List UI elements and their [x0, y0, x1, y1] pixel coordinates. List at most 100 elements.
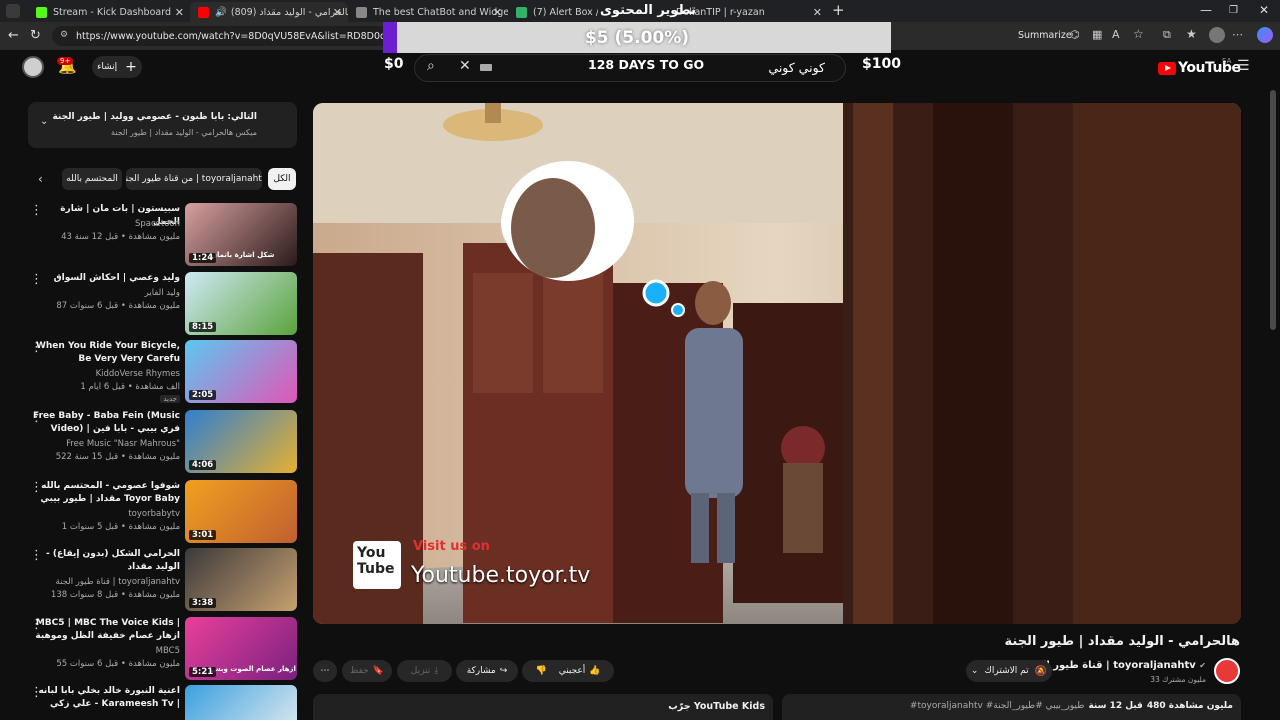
menu-icon[interactable]: ☰ [1237, 58, 1250, 74]
download-button[interactable]: تنزيل ⤓ [397, 660, 452, 682]
share-label: مشاركة [466, 666, 496, 676]
video-title-link[interactable]: When You Ride Your Bicycle, Be Very Very… [32, 340, 180, 366]
like-icon: 👍 [589, 666, 601, 676]
close-tab-icon[interactable]: ✕ [493, 6, 502, 19]
related-video-item[interactable]: ⋮ 8:15 وليد وعصي | احكاش السواق وليد الفاير… [24, 272, 300, 336]
maximize-icon[interactable]: ❐ [1229, 5, 1238, 16]
tab-label: هالحرامي - الوليد مقداد (809) [230, 6, 348, 18]
account-avatar[interactable] [22, 56, 44, 78]
related-video-item[interactable]: ⋮ 3:38 الحرامي الشكل (بدون إيقاع) - الوليد… [24, 548, 300, 612]
save-button[interactable]: حفظ 🔖 [342, 660, 392, 682]
video-channel[interactable]: KiddoVerse Rhymes [32, 369, 180, 379]
description-box[interactable]: #toyoraljanahtv #طيور_بيبي #طيور_الجنة ق… [782, 694, 1241, 720]
video-thumbnail[interactable]: 3:38 [185, 548, 297, 611]
tab-youtube-video[interactable]: 🔊 هالحرامي - الوليد مقداد (809) ✕ [190, 2, 348, 22]
reader-icon[interactable]: ⌬ [1070, 28, 1080, 41]
video-thumbnail[interactable]: شكل اشارة باتمان 1:24 [185, 203, 297, 266]
goal-days-remaining: 128 DAYS TO GO [588, 57, 705, 72]
chip-all[interactable]: الكل [268, 168, 296, 190]
site-info-icon[interactable]: ⚙ [60, 30, 68, 40]
speaker-icon[interactable]: 🔊 [215, 7, 227, 18]
favorites-icon[interactable]: ★ [1186, 27, 1197, 41]
related-video-item[interactable]: ⋮ ازهار عصام الصوت وبس 5:21 MBC5 | MBC The … [24, 617, 300, 681]
apps-icon[interactable]: ▦ [1092, 28, 1102, 41]
chevron-down-icon: ⌄ [970, 666, 979, 676]
thumbnail-caption: ازهار عصام الصوت وبس [211, 665, 296, 673]
back-icon[interactable]: ← [8, 28, 19, 43]
tab-alert-box[interactable]: (7) Alert Box / Stream [508, 2, 598, 22]
close-tab-icon[interactable]: ✕ [175, 6, 184, 19]
extensions-icon[interactable]: ⧉ [1163, 28, 1171, 42]
video-channel[interactable]: MBC5 [32, 646, 180, 656]
video-thumbnail[interactable]: 2:05 [185, 340, 297, 403]
related-video-item[interactable]: ⋮ شكل اشارة باتمان 1:24 سبيستون | بات مان |… [24, 203, 300, 267]
watermark-visit-text: Visit us on [413, 539, 490, 554]
summarize-button[interactable]: Summarize [1018, 30, 1072, 41]
copilot-icon[interactable] [1257, 27, 1273, 43]
related-video-item[interactable]: ⋮ 3:01 شوفوا عصومي - المحتسم بالله مقداد |… [24, 480, 300, 544]
minimize-icon[interactable]: — [1200, 3, 1212, 17]
related-video-item[interactable]: ⋮ 4:06 Free Baby - Baba Fein (Music Video)… [24, 410, 300, 474]
tab-kick-dashboard[interactable]: Stream - Kick Dashboard ✕ [28, 2, 190, 22]
chip-filter[interactable]: المحتسم بالله [62, 168, 122, 190]
page-scrollbar[interactable] [1270, 90, 1276, 330]
channel-avatar[interactable] [1214, 658, 1240, 684]
donation-goal-title: تطوير المحتوى [600, 3, 696, 18]
create-button[interactable]: إنشاء + [92, 56, 142, 78]
video-title-link[interactable]: شوفوا عصومي - المحتسم بالله مقداد | طيور… [32, 480, 180, 506]
video-thumbnail[interactable] [185, 685, 297, 720]
notification-badge: 9+ [57, 57, 74, 65]
watermark-logo-text: You Tube [357, 545, 395, 577]
close-tab-icon[interactable]: ✕ [333, 6, 342, 19]
related-video-item[interactable]: ⋮ 2:05 When You Ride Your Bicycle, Be Very… [24, 340, 300, 404]
close-tab-icon[interactable]: ✕ [813, 6, 822, 19]
read-aloud-icon[interactable]: A [1112, 28, 1120, 41]
video-channel[interactable]: وليد الفاير [32, 288, 180, 298]
playlist-queue-panel[interactable]: التالي: بابا ظبون - عصومي ووليد | طيور ا… [28, 102, 297, 148]
video-thumbnail[interactable]: 4:06 [185, 410, 297, 473]
video-thumbnail[interactable]: ازهار عصام الصوت وبس 5:21 [185, 617, 297, 680]
subscriber-count: 33 مليون مشترك [1150, 675, 1206, 684]
more-actions-icon[interactable]: ⋯ [313, 660, 337, 682]
video-channel[interactable]: قناة طيور الجنة | toyoraljanahtv [32, 577, 180, 587]
video-title-link[interactable]: Free Baby - Baba Fein (Music Video) | فر… [32, 410, 180, 437]
youtube-logo-icon[interactable] [1158, 62, 1176, 75]
profile-avatar[interactable] [1209, 27, 1225, 43]
video-thumbnail[interactable]: 8:15 [185, 272, 297, 335]
video-title-link[interactable]: وليد وعصي | احكاش السواق [32, 272, 180, 285]
video-meta: 138 مليون مشاهدة • قبل 8 سنوات [50, 590, 180, 600]
video-channel[interactable]: Spacetoon [32, 219, 180, 229]
like-button[interactable]: أعجبني 👍 [559, 666, 601, 676]
description-tags[interactable]: #toyoraljanahtv #طيور_بيبي #طيور_الجنة [910, 701, 1085, 711]
tab-chatbot[interactable]: The best ChatBot and Widgets fo ✕ [348, 2, 508, 22]
dislike-icon[interactable]: 👎 [535, 666, 546, 676]
close-window-icon[interactable]: ✕ [1259, 3, 1269, 17]
share-button[interactable]: مشاركة ↪ [456, 660, 518, 682]
subscribed-button[interactable]: ⌄ تم الاشتراك 🔕 [966, 660, 1052, 682]
channel-name-row[interactable]: قناة طيور الجنة | toyoraljanahtv ✔ [1025, 660, 1206, 671]
favorite-star-icon[interactable]: ☆ [1133, 27, 1144, 41]
video-title-link[interactable]: MBC5 | MBC The Voice Kids | ازهار عصام خ… [32, 617, 180, 644]
video-duration: 5:21 [189, 667, 217, 677]
subscribed-label: تم الاشتراك [984, 666, 1029, 676]
chip-channel[interactable]: من قناة طيور الجنة | toyoraljanahtv [126, 168, 262, 190]
chevron-left-icon[interactable]: ‹ [38, 172, 43, 186]
video-duration: 3:01 [189, 530, 217, 540]
video-channel[interactable]: toyorbabytv [32, 509, 180, 519]
video-channel[interactable]: Free Music "Nasr Mahrous" [32, 439, 180, 449]
new-tab-icon[interactable]: + [832, 1, 845, 19]
video-player[interactable]: You Tube Visit us on Youtube.toyor.tv [313, 103, 1241, 624]
related-video-item[interactable]: ⋮ اعنية النبورة خالد بخلي بابا لبانه - عل… [24, 685, 300, 720]
url-field[interactable]: ⚙ https://www.youtube.com/watch?v=8D0qVU… [52, 26, 392, 46]
expand-queue-icon[interactable]: ⌄ [40, 116, 48, 127]
search-icon[interactable]: ⌕ [427, 58, 435, 74]
clear-search-icon[interactable]: ✕ [459, 58, 471, 74]
video-title-link[interactable]: الحرامي الشكل (بدون إيقاع) - الوليد مقدا… [32, 548, 180, 574]
workspaces-icon[interactable] [6, 4, 20, 18]
url-text: https://www.youtube.com/watch?v=8D0qVU58… [76, 30, 392, 42]
youtube-kids-promo[interactable]: جرّب YouTube Kids [313, 694, 773, 720]
reload-icon[interactable]: ↻ [30, 28, 41, 43]
video-title-link[interactable]: اعنية النبورة خالد بخلي بابا لبانه - علي… [32, 685, 180, 712]
more-icon[interactable]: ⋯ [1232, 28, 1243, 41]
video-thumbnail[interactable]: 3:01 [185, 480, 297, 543]
